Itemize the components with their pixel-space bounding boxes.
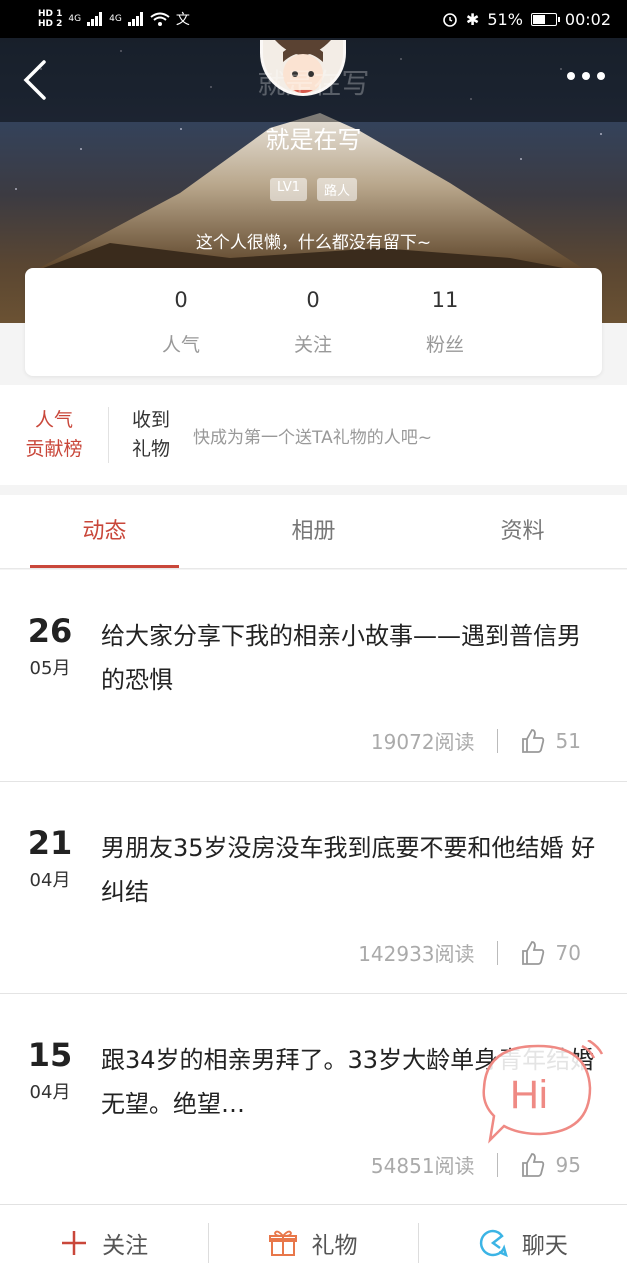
hi-label: Hi [510,1073,548,1117]
profile-name: 就是在写 [265,126,362,154]
like-icon[interactable] [520,1152,546,1178]
divider [496,728,498,753]
follow-label: 关注 [102,1232,149,1259]
post-meta: 142933阅读 70 [358,938,581,967]
stats-card: 0 人气 0 关注 11 粉丝 [25,268,602,376]
post-day: 21 [27,824,73,862]
gift-icon [269,1230,298,1256]
profile-tabs: 动态 相册 资料 [0,495,627,569]
tab-info[interactable]: 资料 [418,495,627,568]
post-month: 05月 [29,658,71,679]
chat-label: 聊天 [521,1232,568,1259]
received-label-2: 礼物 [131,438,170,460]
read-count: 54851阅读 [370,1154,475,1178]
profile-bio: 这个人很懒，什么都没有留下~ [195,233,432,253]
chevron-left-icon [23,60,46,100]
post-date: 21 04月 [18,824,82,892]
level-badge: LV1 [270,178,307,201]
post-date: 15 04月 [18,1036,82,1104]
header-title-faded: 就是在写 [257,67,370,100]
more-button[interactable] [567,72,605,80]
stat-label: 人气 [161,334,200,356]
stat-popularity[interactable]: 0 人气 [126,288,236,357]
post-item[interactable]: 21 04月 男朋友35岁没房没车我到底要不要和他结婚 好纠结 142933阅读… [0,782,627,994]
contribution-rank-link[interactable]: 人气 贡献榜 [0,406,108,464]
ime-icon: 文 [175,12,190,28]
follow-button[interactable]: 关注 [0,1205,208,1280]
divider [496,940,498,965]
post-title[interactable]: 给大家分享下我的相亲小故事——遇到普信男的恐惧 [101,614,596,702]
hi-greeting-bubble[interactable]: Hi [478,1038,604,1144]
network-label-1: 4G [68,14,82,24]
dot-icon [567,72,575,80]
post-item[interactable]: 26 05月 给大家分享下我的相亲小故事——遇到普信男的恐惧 19072阅读 5… [0,570,627,782]
stat-number: 11 [431,288,459,312]
bottom-action-bar: 关注 礼物 聊天 [0,1204,627,1280]
rank-label-1: 人气 [34,409,73,431]
hd2-label: HD 2 [38,19,63,29]
role-badge: 路人 [316,178,357,201]
gift-row[interactable]: 人气 贡献榜 收到 礼物 快成为第一个送TA礼物的人吧~ [0,385,627,485]
profile-tags: LV1 路人 [0,178,627,201]
gift-hint: 快成为第一个送TA礼物的人吧~ [193,427,432,448]
received-label-1: 收到 [131,409,170,431]
received-gifts-label: 收到 礼物 [109,406,193,464]
status-bar: HD 1 HD 2 4G 4G 文 ✱ 51% 00:02 [0,0,627,38]
hd1-label: HD 1 [38,9,63,19]
clock: 00:02 [564,9,611,29]
stat-number: 0 [306,288,320,312]
dot-icon [582,72,590,80]
stat-label: 关注 [293,334,332,356]
stat-number: 0 [174,288,188,312]
stat-fans[interactable]: 11 粉丝 [390,288,500,357]
tab-activity[interactable]: 动态 [0,495,209,568]
stat-following[interactable]: 0 关注 [258,288,368,357]
post-date: 26 05月 [18,612,82,680]
stat-label: 粉丝 [425,334,464,356]
post-meta: 54851阅读 95 [371,1150,581,1179]
divider [496,1152,498,1177]
post-meta: 19072阅读 51 [371,726,581,755]
chat-button[interactable]: 聊天 [419,1205,627,1280]
read-count: 142933阅读 [358,942,475,966]
post-month: 04月 [29,870,71,891]
alarm-icon [443,13,457,27]
bluetooth-icon: ✱ [465,9,480,29]
back-button[interactable] [18,58,54,102]
battery-icon [530,12,560,26]
like-count: 51 [555,728,581,753]
speech-bubble-icon: Hi [482,1038,604,1144]
post-day: 26 [27,612,73,650]
hd-indicator: HD 1 HD 2 [38,9,62,29]
like-count: 95 [555,1152,581,1177]
signal-icon [87,12,103,26]
gift-label: 礼物 [311,1232,358,1259]
plus-icon [62,1230,87,1255]
signal-icon-2 [127,12,143,26]
post-day: 15 [27,1036,73,1074]
read-count: 19072阅读 [370,730,475,754]
battery-percent: 51% [487,9,523,29]
post-month: 04月 [29,1082,71,1103]
tab-album[interactable]: 相册 [209,495,418,568]
like-count: 70 [555,940,581,965]
like-icon[interactable] [520,940,546,966]
wifi-icon [150,12,170,26]
network-label-2: 4G [109,14,122,24]
post-title[interactable]: 男朋友35岁没房没车我到底要不要和他结婚 好纠结 [101,826,596,914]
gift-button[interactable]: 礼物 [209,1205,417,1280]
status-right: ✱ 51% 00:02 [442,10,611,29]
rank-label-2: 贡献榜 [25,438,83,460]
dot-icon [597,72,605,80]
like-icon[interactable] [520,728,546,754]
status-left: HD 1 HD 2 4G 4G 文 [38,9,190,29]
chat-icon [479,1229,508,1257]
